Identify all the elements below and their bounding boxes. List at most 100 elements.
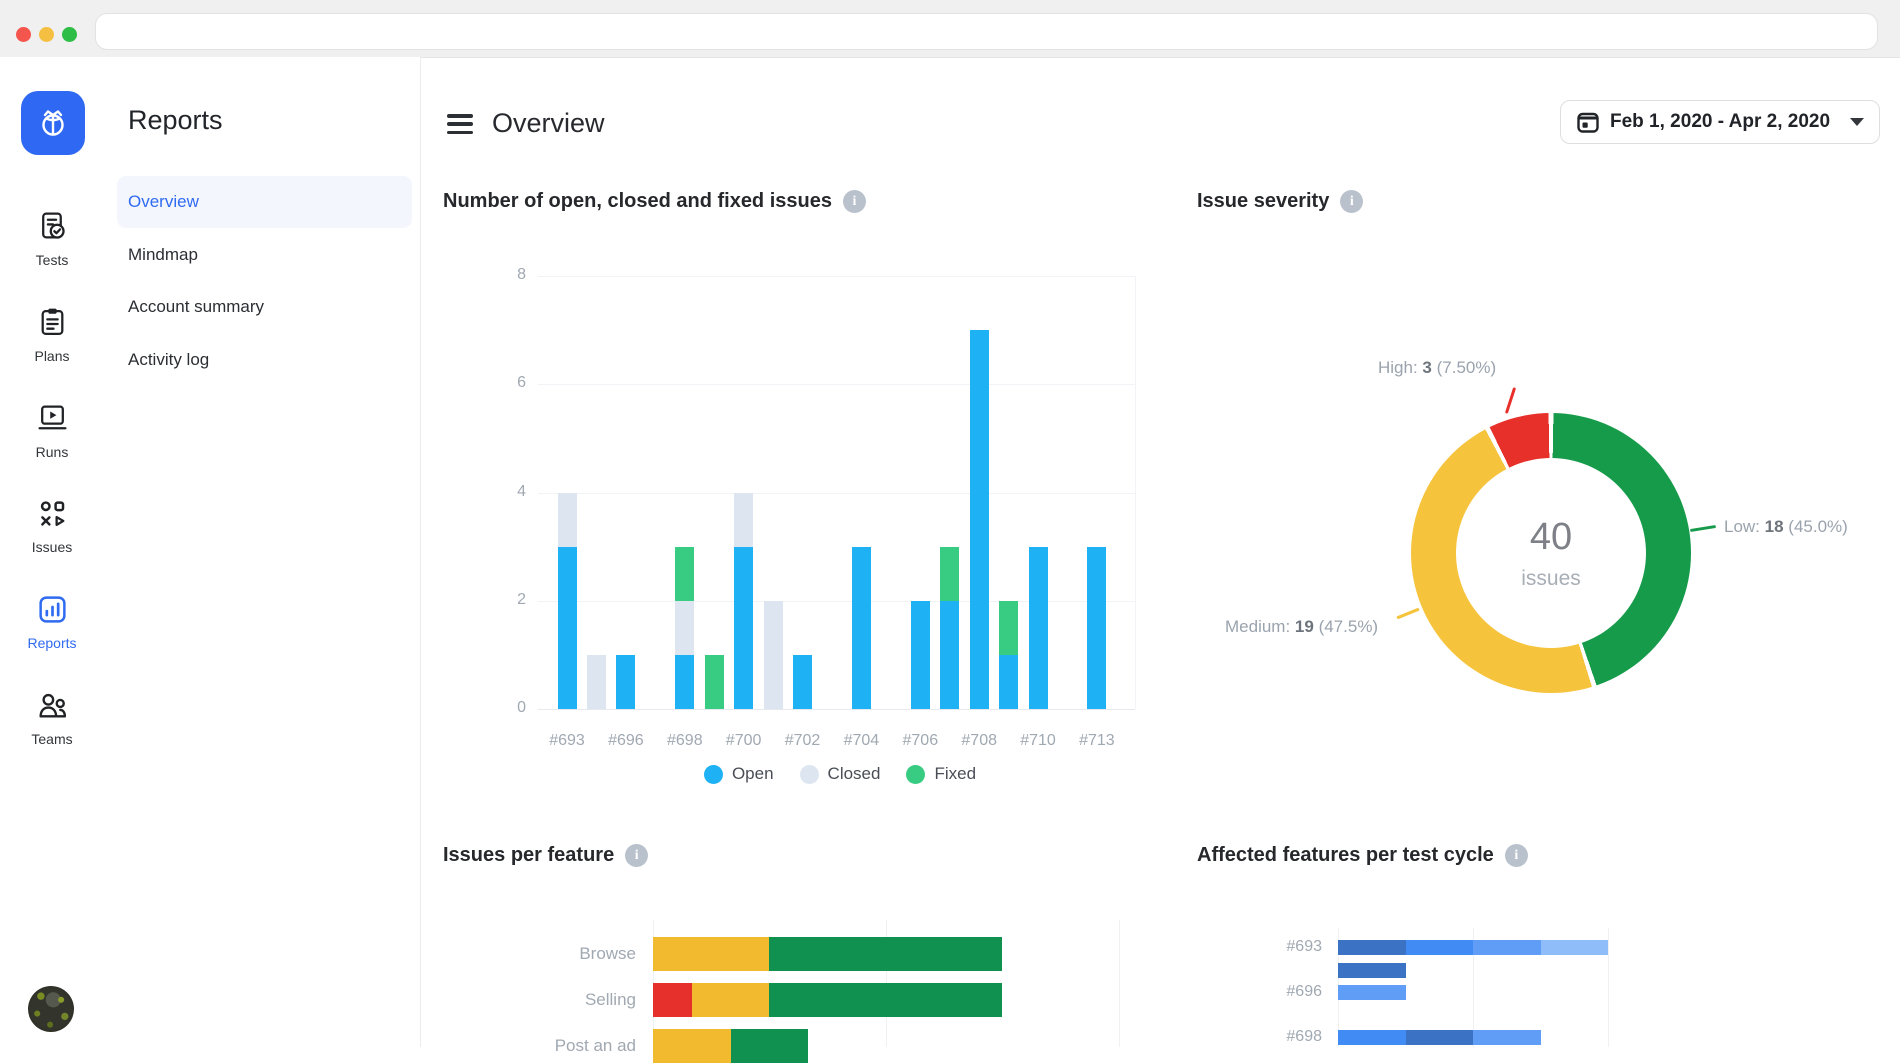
y-axis-label: 4 <box>486 483 526 501</box>
sidebar-item-plans[interactable]: Plans <box>0 306 104 364</box>
bar-segment-closed[interactable] <box>734 493 753 547</box>
hbar-segment-feature-3[interactable] <box>1541 940 1609 955</box>
x-axis-label: #702 <box>773 732 833 750</box>
bar-segment-open[interactable] <box>734 547 753 709</box>
x-axis-label: #698 <box>655 732 715 750</box>
sidebar-item-tests[interactable]: Tests <box>0 210 104 268</box>
gridline <box>538 276 1135 277</box>
menu-item-account-summary[interactable]: Account summary <box>117 281 412 333</box>
sidebar-item-label: Runs <box>36 444 69 460</box>
hbar-segment-feature-0[interactable] <box>1338 940 1406 955</box>
hbar-segment-low[interactable] <box>769 983 1002 1017</box>
sidebar-item-issues[interactable]: Issues <box>0 497 104 555</box>
bar-segment-open[interactable] <box>999 655 1018 709</box>
y-axis-label: 8 <box>486 266 526 284</box>
hbar-segment-feature-2[interactable] <box>1338 985 1406 1000</box>
user-avatar[interactable] <box>28 986 74 1032</box>
hbar-segment-feature-2[interactable] <box>1473 1030 1541 1045</box>
row-label: #693 <box>1222 938 1322 956</box>
hbar-segment-medium[interactable] <box>692 983 770 1017</box>
window-minimize-button[interactable] <box>39 27 54 42</box>
legend-dot <box>906 765 925 784</box>
sidebar-item-runs[interactable]: Runs <box>0 402 104 460</box>
hbar-segment-feature-1[interactable] <box>1406 940 1474 955</box>
gridline <box>1608 928 1609 1047</box>
hbar-segment-low[interactable] <box>731 1029 809 1063</box>
severity-donut-chart[interactable] <box>1411 413 1691 693</box>
hbar-segment-feature-0[interactable] <box>1338 963 1406 978</box>
legend-item[interactable]: Open <box>704 764 774 784</box>
sidebar-item-label: Plans <box>34 348 69 364</box>
gridline <box>538 493 1135 494</box>
menu-item-label: Activity log <box>128 350 209 370</box>
hbar-segment-high[interactable] <box>653 983 692 1017</box>
chevron-down-icon <box>1850 118 1864 126</box>
date-range-picker[interactable]: Feb 1, 2020 - Apr 2, 2020 <box>1560 100 1880 144</box>
menu-item-mindmap[interactable]: Mindmap <box>117 229 412 281</box>
x-axis-label: #700 <box>714 732 774 750</box>
bar-segment-closed[interactable] <box>764 601 783 709</box>
bar-segment-fixed[interactable] <box>940 547 959 601</box>
issues-icon <box>36 497 69 530</box>
callout-text: Medium: <box>1225 617 1295 636</box>
donut-hole <box>1456 458 1646 648</box>
bar-segment-fixed[interactable] <box>999 601 1018 655</box>
bar-segment-open[interactable] <box>852 547 871 709</box>
menu-item-activity-log[interactable]: Activity log <box>117 334 412 386</box>
info-icon[interactable]: i <box>843 190 866 213</box>
bar-segment-open[interactable] <box>970 330 989 709</box>
bar-segment-open[interactable] <box>1029 547 1048 709</box>
window-close-button[interactable] <box>16 27 31 42</box>
hbar-segment-medium[interactable] <box>653 937 769 971</box>
bar-segment-open[interactable] <box>793 655 812 709</box>
bar-segment-fixed[interactable] <box>705 655 724 709</box>
bar-segment-open[interactable] <box>675 655 694 709</box>
donut-callout-high: High: 3 (7.50%) <box>1378 358 1496 378</box>
info-icon[interactable]: i <box>625 844 648 867</box>
bar-segment-closed[interactable] <box>587 655 606 709</box>
sidebar-item-teams[interactable]: Teams <box>0 689 104 747</box>
ladybug-logo-icon <box>33 103 73 143</box>
menu-toggle-button[interactable] <box>447 114 473 134</box>
x-axis-label: #708 <box>949 732 1009 750</box>
bar-segment-closed[interactable] <box>675 601 694 655</box>
bar-segment-closed[interactable] <box>558 493 577 547</box>
donut-leader-line <box>1396 608 1419 620</box>
legend-item[interactable]: Closed <box>800 764 881 784</box>
sidebar-item-reports[interactable]: Reports <box>0 593 104 651</box>
legend-item[interactable]: Fixed <box>906 764 976 784</box>
hbar-segment-feature-2[interactable] <box>1473 940 1541 955</box>
x-axis-label: #710 <box>1008 732 1068 750</box>
window-zoom-button[interactable] <box>62 27 77 42</box>
legend-label: Open <box>732 764 774 784</box>
donut-leader-line <box>1505 387 1516 414</box>
bar-segment-open[interactable] <box>911 601 930 709</box>
legend-label: Fixed <box>934 764 976 784</box>
y-axis-label: 2 <box>486 591 526 609</box>
bar-segment-open[interactable] <box>616 655 635 709</box>
x-axis-label: #713 <box>1067 732 1127 750</box>
hbar-segment-feature-0[interactable] <box>1406 1030 1474 1045</box>
calendar-icon <box>1576 110 1600 134</box>
gridline <box>538 709 1135 710</box>
url-bar[interactable] <box>95 13 1878 50</box>
row-label: #696 <box>1222 983 1322 1001</box>
chart-title-issues-per-feature: Issues per feature i <box>443 844 648 867</box>
x-axis-label: #696 <box>596 732 656 750</box>
teams-icon <box>36 689 69 722</box>
x-axis-label: #706 <box>890 732 950 750</box>
chart-title-text: Number of open, closed and fixed issues <box>443 190 832 213</box>
donut-callout-low: Low: 18 (45.0%) <box>1724 517 1848 537</box>
hbar-segment-feature-1[interactable] <box>1338 1030 1406 1045</box>
info-icon[interactable]: i <box>1340 190 1363 213</box>
bar-segment-open[interactable] <box>1087 547 1106 709</box>
app-logo[interactable] <box>21 91 85 155</box>
info-icon[interactable]: i <box>1505 844 1528 867</box>
bar-segment-open[interactable] <box>558 547 577 709</box>
bar-segment-open[interactable] <box>940 601 959 709</box>
hbar-segment-medium[interactable] <box>653 1029 731 1063</box>
bar-segment-fixed[interactable] <box>675 547 694 601</box>
menu-item-label: Mindmap <box>128 245 198 265</box>
hbar-segment-low[interactable] <box>769 937 1002 971</box>
menu-item-overview[interactable]: Overview <box>117 176 412 228</box>
